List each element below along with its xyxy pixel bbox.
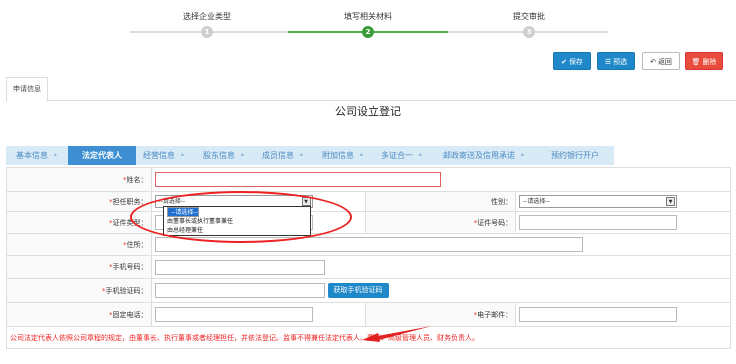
annotation-arrow-icon — [362, 326, 432, 342]
